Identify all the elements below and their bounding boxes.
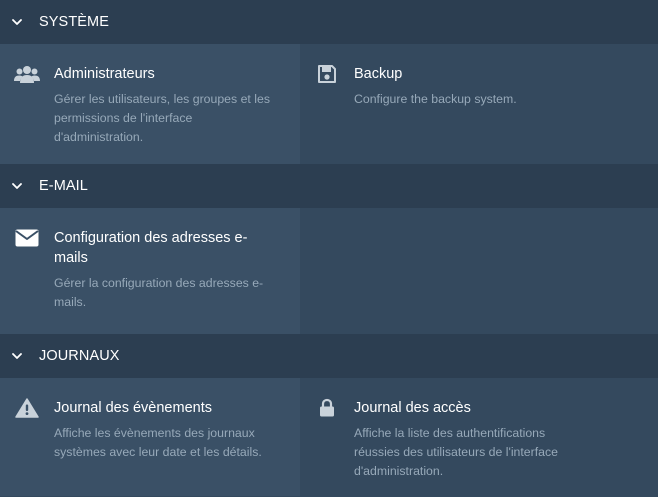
tile-description: Configure the backup system. [354,92,517,106]
section-header-journaux[interactable]: JOURNAUX [0,334,658,384]
tile-title[interactable]: Administrateurs [54,64,274,84]
section-body-journaux: Journal des évènements Affiche les évène… [0,378,658,496]
floppy-disk-icon [314,64,340,84]
section-title: E-MAIL [39,178,88,194]
envelope-icon [14,228,40,248]
tile-journal-evenements[interactable]: Journal des évènements Affiche les évène… [0,378,300,496]
tile-title[interactable]: Configuration des adresses e-mails [54,228,274,268]
tile-description: Gérer la configuration des adresses e-ma… [54,276,264,309]
section-header-email[interactable]: E-MAIL [0,164,658,214]
tile-title[interactable]: Backup [354,64,574,84]
section-body-systeme: Administrateurs Gérer les utilisateurs, … [0,44,658,164]
section-systeme: SYSTÈME Administrateurs Gérer les utilis… [0,0,658,164]
users-icon [14,64,40,84]
lock-icon [314,398,340,418]
chevron-down-icon[interactable] [12,182,36,190]
tile-description: Affiche la liste des authentifications r… [354,426,558,478]
tile-journal-acces[interactable]: Journal des accès Affiche la liste des a… [300,378,600,496]
section-title: SYSTÈME [39,14,109,30]
tile-email-config[interactable]: Configuration des adresses e-mails Gérer… [0,208,300,334]
section-body-email: Configuration des adresses e-mails Gérer… [0,208,658,334]
tile-title[interactable]: Journal des évènements [54,398,274,418]
section-journaux: JOURNAUX Journal des évènements Affiche … [0,334,658,496]
section-email: E-MAIL Configuration des adresses e-mail… [0,164,658,334]
tile-backup[interactable]: Backup Configure the backup system. [300,44,600,164]
tile-description: Gérer les utilisateurs, les groupes et l… [54,92,270,144]
section-title: JOURNAUX [39,348,120,364]
section-header-systeme[interactable]: SYSTÈME [0,0,658,50]
tile-title[interactable]: Journal des accès [354,398,574,418]
warning-icon [14,398,40,418]
tile-administrateurs[interactable]: Administrateurs Gérer les utilisateurs, … [0,44,300,164]
chevron-down-icon[interactable] [12,18,36,26]
tile-description: Affiche les évènements des journaux syst… [54,426,262,459]
chevron-down-icon[interactable] [12,352,36,360]
section-filler [300,208,658,334]
